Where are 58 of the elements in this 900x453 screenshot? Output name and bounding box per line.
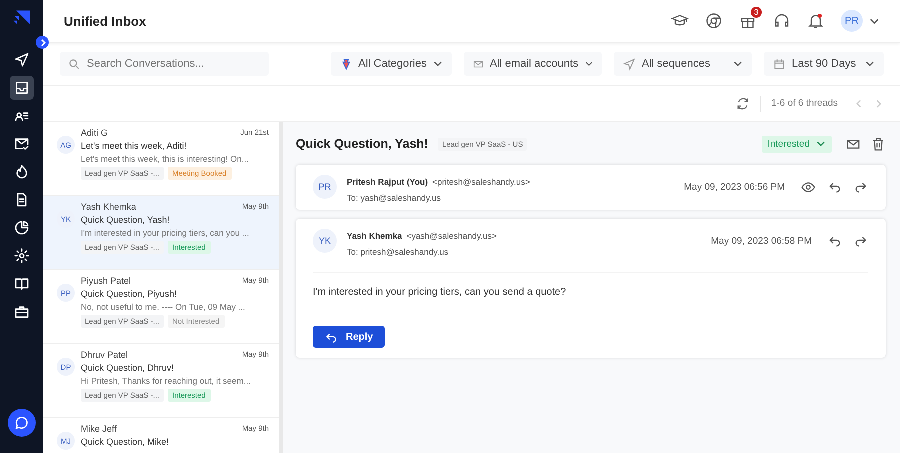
sender-email: <yash@saleshandy.us> (406, 230, 497, 240)
thread-subject: Quick Question, Yash! (81, 215, 171, 225)
reply-button[interactable]: Reply (313, 326, 386, 348)
forward-icon[interactable] (854, 234, 868, 248)
avatar: YK (313, 229, 337, 253)
sender-name: Mike Jeff (81, 424, 117, 434)
thread-subject: Quick Question, Mike! (81, 437, 170, 447)
thread-subject: Quick Question, Piyush! (81, 289, 178, 299)
headset-icon[interactable] (773, 12, 791, 30)
expand-button[interactable] (36, 36, 49, 49)
thread-preview: Let's meet this week, this is interesting! On... (81, 154, 250, 164)
thread-subject: Let's meet this week, Aditi! (81, 141, 188, 151)
thread-preview: I'm interested in your pricing tiers, can you ... (81, 228, 250, 238)
chevron-down-icon (865, 59, 875, 69)
chat-icon (14, 415, 30, 431)
recipient: To: yash@saleshandy.us (347, 192, 442, 202)
reply-icon[interactable] (828, 180, 842, 194)
thread-title: Quick Question, Yash! (296, 137, 428, 151)
sender-name: Pritesh Rajput (You) (347, 176, 428, 186)
sender-name: Aditi G (81, 128, 108, 138)
thread-preview: No, not useful to me. ---- On Tue, 09 May ... (81, 302, 246, 312)
thread-count: 1-6 of 6 threads (771, 98, 838, 109)
message-body: I'm interested in your pricing tiers, can you send a quote? (313, 272, 868, 298)
notification-count: 3 (751, 7, 762, 18)
refresh-icon[interactable] (736, 96, 750, 110)
send-icon (623, 58, 636, 70)
filter-dropdown[interactable]: Last 90 Days (764, 52, 884, 76)
inbox-icon[interactable] (10, 76, 34, 100)
chevron-down-icon (816, 139, 826, 149)
reply-icon[interactable] (828, 234, 842, 248)
filter-dropdown[interactable]: All sequences (614, 52, 752, 76)
category-icon (340, 58, 353, 70)
sender-name: Piyush Patel (81, 276, 132, 286)
filter-dropdown[interactable]: All Categories (330, 52, 452, 76)
filter-dropdown[interactable]: All email accounts (464, 52, 602, 76)
forward-icon[interactable] (854, 180, 868, 194)
chat-button[interactable] (8, 409, 36, 437)
chevron-down-icon (733, 59, 743, 69)
trash-icon[interactable] (871, 136, 886, 152)
thread-preview: Hi Pritesh, Thanks for reaching out, it seem... (81, 376, 252, 386)
sender-name: Yash Khemka (81, 202, 136, 212)
chevron-right-icon (38, 38, 46, 46)
thread-subject: Quick Question, Dhruv! (81, 363, 176, 373)
calendar-icon (773, 58, 786, 70)
sender-name: Yash Khemka (347, 230, 402, 240)
sender-name: Dhruv Patel (81, 350, 128, 360)
eye-icon[interactable] (801, 180, 816, 194)
recipient: To: pritesh@saleshandy.us (347, 246, 450, 256)
page-title: Unified Inbox (64, 14, 146, 28)
search-field[interactable]: Search Conversations... (60, 52, 269, 76)
chevron-down-icon (433, 59, 443, 69)
message-time: May 09, 2023 06:58 PM (711, 236, 812, 246)
user-avatar[interactable]: PR (841, 10, 863, 32)
sender-email: <pritesh@saleshandy.us> (432, 176, 530, 186)
bell-icon[interactable] (807, 12, 825, 30)
chevron-down-icon (584, 59, 593, 69)
avatar: PR (313, 175, 337, 199)
message-time: May 09, 2023 06:56 PM (684, 182, 785, 192)
